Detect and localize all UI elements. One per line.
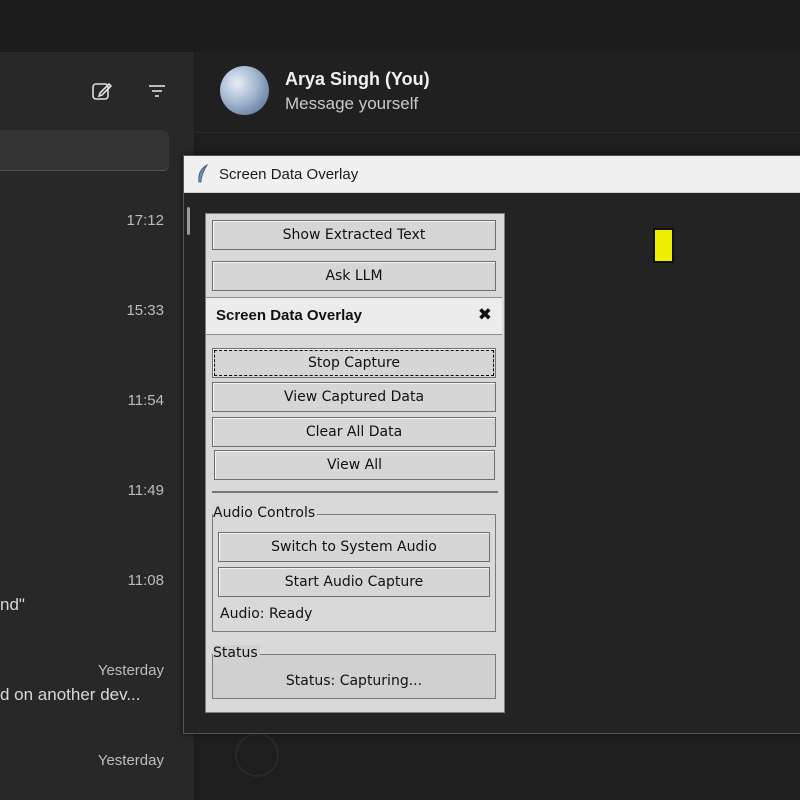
- status-text: Status: Capturing...: [285, 673, 423, 689]
- switch-to-system-audio-button[interactable]: Switch to System Audio: [218, 532, 490, 562]
- overlay-window: Screen Data Overlay Show Extracted Text …: [183, 155, 800, 734]
- window-content: Show Extracted Text Ask LLM Screen Data …: [184, 193, 800, 733]
- feather-icon: [198, 164, 209, 183]
- separator: [212, 491, 498, 493]
- view-captured-data-button[interactable]: View Captured Data: [212, 382, 496, 412]
- status-group: Status Status: Capturing...: [212, 645, 496, 699]
- search-input[interactable]: [0, 130, 169, 171]
- status-label: Status: [213, 645, 260, 661]
- clear-all-data-button[interactable]: Clear All Data: [212, 417, 496, 447]
- filter-icon[interactable]: [146, 80, 168, 102]
- window-title: Screen Data Overlay: [219, 166, 359, 183]
- close-icon[interactable]: ✖: [478, 305, 492, 325]
- chat-preview[interactable]: nd": [0, 595, 25, 615]
- contact-name[interactable]: Arya Singh (You): [285, 69, 430, 90]
- start-audio-capture-button[interactable]: Start Audio Capture: [218, 567, 490, 597]
- chat-header: Arya Singh (You) Message yourself: [195, 52, 800, 133]
- ask-llm-button[interactable]: Ask LLM: [212, 261, 496, 291]
- avatar[interactable]: [220, 66, 269, 115]
- chat-time: 17:12: [126, 212, 164, 229]
- audio-controls-label: Audio Controls: [213, 505, 318, 521]
- contact-subtitle: Message yourself: [285, 94, 419, 113]
- chat-time: 11:54: [127, 392, 164, 409]
- title-bar: [0, 0, 800, 52]
- show-extracted-text-button[interactable]: Show Extracted Text: [212, 220, 496, 250]
- chat-time: 15:33: [126, 302, 164, 319]
- view-all-button[interactable]: View All: [214, 450, 495, 480]
- chat-preview[interactable]: d on another dev...: [0, 685, 141, 705]
- overlay-title: Screen Data Overlay: [216, 307, 362, 324]
- chat-time: 11:08: [127, 572, 164, 589]
- audio-controls-group: Audio Controls Switch to System Audio St…: [212, 505, 496, 632]
- chat-time: Yesterday: [97, 662, 164, 679]
- overlay-drag-bar[interactable]: Screen Data Overlay ✖: [206, 297, 502, 335]
- window-title-bar[interactable]: Screen Data Overlay: [184, 156, 800, 193]
- control-panel: Show Extracted Text Ask LLM Screen Data …: [205, 213, 505, 713]
- chat-time: Yesterday: [97, 752, 164, 769]
- chat-time: 11:49: [127, 482, 164, 499]
- scrollbar[interactable]: [187, 207, 190, 235]
- marker-box: [653, 228, 674, 263]
- audio-status: Audio: Ready: [220, 606, 313, 622]
- new-chat-icon[interactable]: [91, 80, 113, 102]
- doodle-icon: [235, 733, 279, 777]
- stop-capture-button[interactable]: Stop Capture: [212, 348, 496, 378]
- chat-list-sidebar: 17:12 15:33 11:54 11:49 11:08 nd" Yester…: [0, 52, 195, 800]
